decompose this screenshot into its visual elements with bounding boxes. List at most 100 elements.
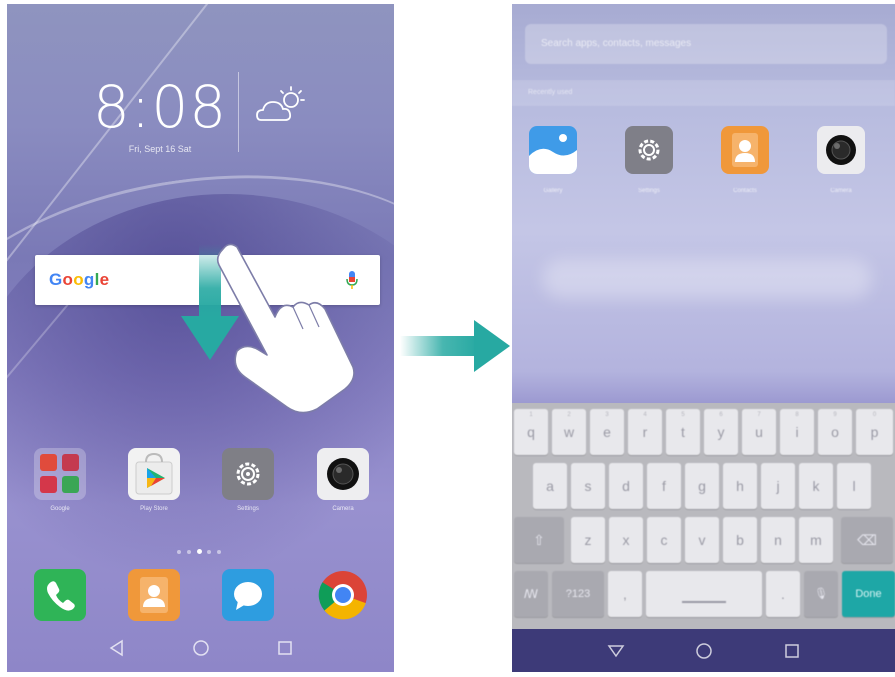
key-label: t xyxy=(681,424,685,440)
key[interactable]: l xyxy=(837,463,871,509)
key[interactable]: 6y xyxy=(704,409,738,455)
clock-divider xyxy=(238,72,239,152)
contacts-icon xyxy=(128,569,180,621)
key[interactable]: 5t xyxy=(666,409,700,455)
recents-icon[interactable] xyxy=(275,638,295,658)
emoji-key[interactable]: ꟿ xyxy=(514,571,548,617)
chrome-icon xyxy=(317,569,369,621)
shift-key[interactable]: ⇧ xyxy=(514,517,564,563)
key[interactable]: s xyxy=(571,463,605,509)
key[interactable]: 4r xyxy=(628,409,662,455)
key[interactable]: 0p xyxy=(856,409,893,455)
key[interactable]: a xyxy=(533,463,567,509)
home-icon[interactable] xyxy=(694,641,714,661)
key[interactable]: f xyxy=(647,463,681,509)
key-label: u xyxy=(755,424,763,440)
app-camera[interactable]: Camera xyxy=(317,448,369,512)
app-settings[interactable]: Settings xyxy=(222,448,274,512)
key[interactable]: 1q xyxy=(514,409,548,455)
key-hint: 2 xyxy=(567,412,571,418)
back-icon[interactable] xyxy=(107,638,127,658)
key-label: q xyxy=(527,424,535,440)
gear-icon xyxy=(625,126,673,174)
key-hint: 8 xyxy=(795,412,799,418)
key[interactable]: 2w xyxy=(552,409,586,455)
app-chrome[interactable] xyxy=(317,569,369,621)
key-label: e xyxy=(603,424,611,440)
app-label: Camera xyxy=(830,188,852,194)
app-label: Camera xyxy=(332,506,354,512)
page-dot xyxy=(177,550,181,554)
clock-time: 8:08 xyxy=(92,73,228,141)
key-label: o xyxy=(831,424,839,440)
global-search-screen: Search apps, contacts, messages Recently… xyxy=(512,4,895,672)
result-app-contacts[interactable]: Contacts xyxy=(716,126,774,194)
comma-key[interactable]: , xyxy=(608,571,642,617)
key[interactable]: n xyxy=(761,517,795,563)
result-app-camera[interactable]: Camera xyxy=(812,126,870,194)
key[interactable]: 7u xyxy=(742,409,776,455)
result-app-settings[interactable]: Settings xyxy=(620,126,678,194)
key-hint: 3 xyxy=(605,412,609,418)
key[interactable]: b xyxy=(723,517,757,563)
home-screen: 8:08 Fri, Sept 16 Sat Google Google Play… xyxy=(7,4,394,672)
camera-icon xyxy=(317,448,369,500)
hand-pointer-icon xyxy=(205,239,360,419)
back-icon[interactable] xyxy=(606,641,626,661)
app-play-store[interactable]: Play Store xyxy=(128,448,180,512)
clock-date: Fri, Sept 16 Sat xyxy=(128,144,192,154)
key-hint: 0 xyxy=(872,412,877,418)
key[interactable]: 9o xyxy=(818,409,852,455)
key[interactable]: x xyxy=(609,517,643,563)
app-phone[interactable] xyxy=(34,569,86,621)
app-label: Google xyxy=(50,506,70,512)
arrow-right-icon xyxy=(400,318,512,374)
key-hint: 6 xyxy=(719,412,723,418)
on-screen-keyboard: 1q 2w 3e 4r 5t 6y 7u 8i 9o 0p a s d f g … xyxy=(512,403,895,633)
section-header: Recently used xyxy=(512,80,895,106)
key-label: y xyxy=(717,424,725,440)
clock-widget[interactable]: 8:08 Fri, Sept 16 Sat xyxy=(85,72,235,162)
backspace-key[interactable]: ⌫ xyxy=(841,517,893,563)
done-button[interactable]: Done xyxy=(842,571,895,617)
recents-icon[interactable] xyxy=(782,641,802,661)
key[interactable]: 3e xyxy=(590,409,624,455)
space-key[interactable] xyxy=(646,571,762,617)
blurred-result-row xyxy=(542,259,872,299)
result-app-gallery[interactable]: Gallery xyxy=(524,126,582,194)
play-store-icon xyxy=(128,448,180,500)
page-dot xyxy=(187,550,191,554)
partly-cloudy-icon[interactable] xyxy=(253,84,311,128)
navigation-bar xyxy=(7,624,394,672)
home-icon[interactable] xyxy=(191,638,211,658)
key[interactable]: g xyxy=(685,463,719,509)
key-hint: 5 xyxy=(681,412,685,418)
page-indicator xyxy=(177,549,247,557)
app-contacts[interactable] xyxy=(128,569,180,621)
key[interactable]: d xyxy=(609,463,643,509)
app-label: Gallery xyxy=(543,188,563,194)
app-label: Play Store xyxy=(140,506,168,512)
key[interactable]: m xyxy=(799,517,833,563)
app-label: Settings xyxy=(237,506,259,512)
navigation-bar xyxy=(512,629,895,672)
search-input[interactable]: Search apps, contacts, messages xyxy=(525,24,887,64)
page-dot xyxy=(217,550,221,554)
key-hint: 4 xyxy=(643,412,647,418)
app-google-folder[interactable]: Google xyxy=(34,448,86,512)
key[interactable]: 8i xyxy=(780,409,814,455)
period-key[interactable]: . xyxy=(766,571,800,617)
app-messages[interactable] xyxy=(222,569,274,621)
key-label: w xyxy=(563,424,575,440)
microphone-key-icon[interactable]: 🎙 xyxy=(804,571,838,617)
symbols-key[interactable]: ?123 xyxy=(552,571,604,617)
gallery-icon xyxy=(529,126,577,174)
key[interactable]: h xyxy=(723,463,757,509)
key-label: r xyxy=(642,424,648,440)
app-label: Contacts xyxy=(733,188,757,194)
key[interactable]: j xyxy=(761,463,795,509)
key[interactable]: c xyxy=(647,517,681,563)
key[interactable]: v xyxy=(685,517,719,563)
key[interactable]: z xyxy=(571,517,605,563)
key[interactable]: k xyxy=(799,463,833,509)
